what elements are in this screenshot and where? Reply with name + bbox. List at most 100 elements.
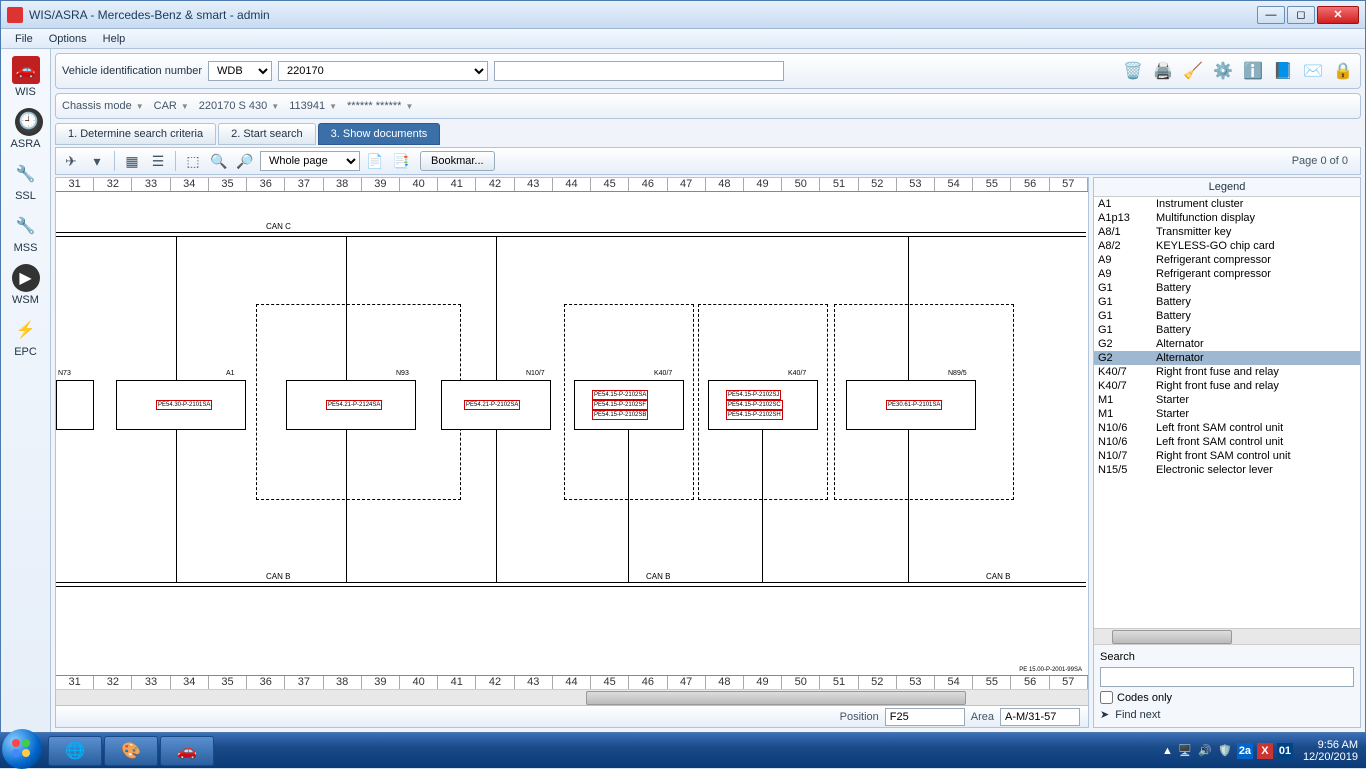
legend-row[interactable]: G1Battery	[1094, 295, 1360, 309]
sidebar-asra[interactable]: 🕘ASRA	[3, 105, 49, 153]
zoom-select[interactable]: Whole page	[260, 151, 360, 171]
mail-icon[interactable]: ✉️	[1302, 60, 1324, 82]
menu-help[interactable]: Help	[95, 31, 134, 47]
sidebar-item-label: ASRA	[11, 138, 41, 150]
task-ie[interactable]: 🌐	[48, 736, 102, 766]
legend-row[interactable]: N10/6Left front SAM control unit	[1094, 435, 1360, 449]
codes-only-checkbox[interactable]: Codes only	[1100, 691, 1354, 704]
book-icon[interactable]: 📘	[1272, 60, 1294, 82]
vin-prefix-select[interactable]: WDB	[208, 61, 272, 81]
info-icon[interactable]: ℹ️	[1242, 60, 1264, 82]
position-field[interactable]	[885, 708, 965, 726]
vin-label: Vehicle identification number	[62, 65, 202, 77]
tab-criteria[interactable]: 1. Determine search criteria	[55, 123, 216, 145]
legend-row[interactable]: G2Alternator	[1094, 351, 1360, 365]
minimize-button[interactable]: —	[1257, 6, 1285, 24]
zoom-out-icon[interactable]: 🔎	[234, 150, 256, 172]
nav-back-icon[interactable]: ✈	[60, 150, 82, 172]
menu-file[interactable]: File	[7, 31, 41, 47]
sidebar-mss[interactable]: 🔧MSS	[3, 209, 49, 257]
legend-row[interactable]: A9Refrigerant compressor	[1094, 253, 1360, 267]
task-wis[interactable]: 🚗	[160, 736, 214, 766]
sidebar-wis[interactable]: 🚗WIS	[3, 53, 49, 101]
legend-row[interactable]: G1Battery	[1094, 309, 1360, 323]
ref-link[interactable]: PE30.61-P-2101SA	[886, 400, 942, 410]
select-icon[interactable]: ⬚	[182, 150, 204, 172]
tray-icon[interactable]: X	[1257, 743, 1273, 759]
tray-icon[interactable]: 🖥️	[1177, 743, 1193, 759]
legend-row[interactable]: A1p13Multifunction display	[1094, 211, 1360, 225]
legend-row[interactable]: M1Starter	[1094, 393, 1360, 407]
tab-documents[interactable]: 3. Show documents	[318, 123, 441, 145]
tab-search[interactable]: 2. Start search	[218, 123, 316, 145]
start-button[interactable]	[2, 729, 42, 769]
ref-link[interactable]: PE54.21-P-2124SA	[326, 400, 382, 410]
ref-link[interactable]: PE54.15-P-2102SF	[592, 400, 648, 410]
legend-row[interactable]: G1Battery	[1094, 323, 1360, 337]
bookmark-button[interactable]: Bookmar...	[420, 151, 495, 171]
legend-row[interactable]: K40/7Right front fuse and relay	[1094, 379, 1360, 393]
print-icon[interactable]: 🖨️	[1152, 60, 1174, 82]
gear-icon[interactable]: ⚙️	[1212, 60, 1234, 82]
legend-row[interactable]: K40/7Right front fuse and relay	[1094, 365, 1360, 379]
list-icon[interactable]: ☰	[147, 150, 169, 172]
legend-row[interactable]: N15/5Electronic selector lever	[1094, 463, 1360, 477]
chassis-engine[interactable]: 113941	[289, 100, 337, 112]
ref-link[interactable]: PE54.21-P-2102SA	[464, 400, 520, 410]
task-paint[interactable]: 🎨	[104, 736, 158, 766]
ref-link[interactable]: PE54.15-P-2102SB	[592, 410, 648, 420]
scroll-thumb[interactable]	[586, 691, 966, 705]
legend-row[interactable]: A1Instrument cluster	[1094, 197, 1360, 211]
taskbar: 🌐 🎨 🚗 ▲ 🖥️ 🔊 🛡️ 2a X 01 9:56 AM 12/20/20…	[0, 733, 1366, 768]
sidebar-wsm[interactable]: ▶WSM	[3, 261, 49, 309]
taskbar-clock[interactable]: 9:56 AM 12/20/2019	[1303, 739, 1358, 763]
lock-icon[interactable]: 🔒	[1332, 60, 1354, 82]
vin-value-select[interactable]: 220170	[278, 61, 488, 81]
legend-h-scrollbar[interactable]	[1094, 628, 1360, 644]
tray-up-icon[interactable]: ▲	[1162, 745, 1173, 757]
ref-link[interactable]: PE54.15-P-2102SJ	[726, 390, 781, 400]
chassis-model[interactable]: 220170 S 430	[199, 100, 279, 112]
tray-icon[interactable]: 🛡️	[1217, 743, 1233, 759]
legend-list[interactable]: A1Instrument clusterA1p13Multifunction d…	[1094, 197, 1360, 628]
zoom-in-icon[interactable]: 🔍	[208, 150, 230, 172]
legend-row[interactable]: M1Starter	[1094, 407, 1360, 421]
sidebar-epc[interactable]: ⚡EPC	[3, 313, 49, 361]
dropdown-icon[interactable]: ▾	[86, 150, 108, 172]
area-field[interactable]	[1000, 708, 1080, 726]
ref-link[interactable]: PE54.30-P-2101SA	[156, 400, 212, 410]
ref-link[interactable]: PE54.15-P-2102SH	[726, 410, 783, 420]
chassis-extra[interactable]: ****** ******	[347, 100, 413, 112]
legend-row[interactable]: A8/2KEYLESS-GO chip card	[1094, 239, 1360, 253]
menu-options[interactable]: Options	[41, 31, 95, 47]
legend-row[interactable]: G2Alternator	[1094, 337, 1360, 351]
page-icon[interactable]: 📄	[364, 150, 386, 172]
search-input[interactable]	[1100, 667, 1354, 687]
chassis-mode[interactable]: Chassis mode	[62, 100, 144, 112]
tray-icon[interactable]: 01	[1277, 743, 1293, 759]
pages-icon[interactable]: 📑	[390, 150, 412, 172]
delete-icon[interactable]: 🗑️	[1122, 60, 1144, 82]
legend-row[interactable]: A8/1Transmitter key	[1094, 225, 1360, 239]
eraser-icon[interactable]: 🧹	[1182, 60, 1204, 82]
diagram-body[interactable]: CAN C CAN B CAN B CAN B N73 A1 PE54.30-P…	[56, 192, 1088, 675]
ref-link[interactable]: PE54.15-P-2102SC	[726, 400, 783, 410]
close-button[interactable]: ✕	[1317, 6, 1359, 24]
legend-row[interactable]: N10/7Right front SAM control unit	[1094, 449, 1360, 463]
legend-row[interactable]: A9Refrigerant compressor	[1094, 267, 1360, 281]
legend-code: M1	[1098, 394, 1156, 406]
legend-row[interactable]: G1Battery	[1094, 281, 1360, 295]
vin-extra-input[interactable]	[494, 61, 784, 81]
grid-icon[interactable]: ▦	[121, 150, 143, 172]
chassis-car[interactable]: CAR	[154, 100, 189, 112]
ref-link[interactable]: PE54.15-P-2102SA	[592, 390, 648, 400]
find-next-button[interactable]: ➤ Find next	[1100, 708, 1354, 721]
tray-icon[interactable]: 2a	[1237, 743, 1253, 759]
scroll-thumb[interactable]	[1112, 630, 1232, 644]
sidebar-ssl[interactable]: 🔧SSL	[3, 157, 49, 205]
tray-icon[interactable]: 🔊	[1197, 743, 1213, 759]
h-scrollbar[interactable]	[56, 689, 1088, 705]
maximize-button[interactable]: ◻	[1287, 6, 1315, 24]
legend-row[interactable]: N10/6Left front SAM control unit	[1094, 421, 1360, 435]
legend-code: A1p13	[1098, 212, 1156, 224]
